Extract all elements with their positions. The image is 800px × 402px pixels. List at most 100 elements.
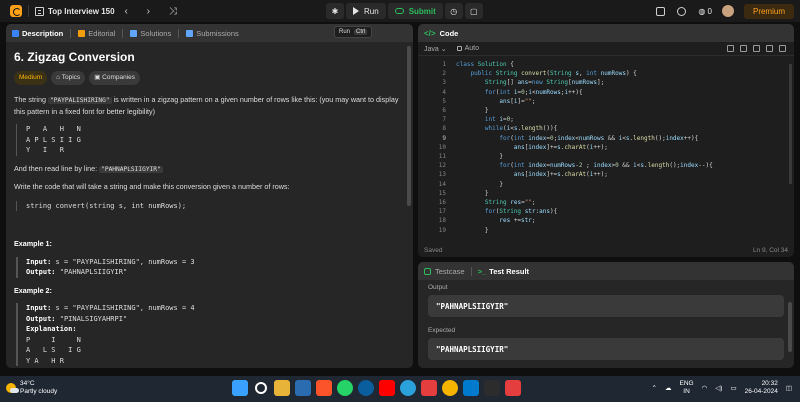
avatar[interactable] — [721, 5, 734, 17]
leetcode-logo[interactable] — [10, 5, 22, 17]
list-icon[interactable] — [35, 6, 44, 16]
bookmark-icon[interactable] — [727, 45, 734, 52]
expected-label: Expected — [428, 327, 456, 334]
vscode-icon[interactable] — [463, 380, 479, 396]
companies-chip[interactable]: ▣ Companies — [89, 70, 141, 85]
settings-gear-icon[interactable] — [677, 6, 687, 16]
youtube-icon[interactable] — [379, 380, 395, 396]
line-number: 5 — [442, 97, 446, 105]
nav-arrows[interactable]: ‹ › ⤨ — [125, 6, 185, 17]
line-number: 8 — [442, 125, 446, 133]
notification-icon[interactable]: ◫ — [786, 384, 792, 392]
line-number: 17 — [438, 208, 446, 216]
code-editor[interactable]: class Solution { public String convert(S… — [456, 60, 713, 235]
brave-icon[interactable] — [316, 380, 332, 396]
system-tray: ⌃ ☁ ENG IN ◠ ◁) ▭ 20:32 26-04-2024 ◫ — [652, 380, 792, 396]
tab-submissions[interactable]: Submissions — [186, 29, 239, 38]
description-panel: Description Editorial Solutions Submissi… — [6, 24, 413, 368]
line-number: 1 — [442, 61, 446, 68]
line-number: 15 — [438, 189, 446, 197]
inline-code: "PAHNAPLSIIGYIR" — [99, 165, 163, 173]
streak-counter[interactable]: ◍ 0 — [698, 7, 712, 16]
dell-icon[interactable] — [358, 380, 374, 396]
run-button[interactable]: Run — [346, 3, 386, 19]
telegram-icon[interactable] — [400, 380, 416, 396]
chevron-up-icon[interactable]: ⌃ — [652, 384, 657, 392]
app-icon[interactable] — [421, 380, 437, 396]
editor-scrollbar[interactable] — [789, 64, 792, 184]
editorial-icon — [78, 29, 86, 37]
line-number: 2 — [442, 70, 446, 78]
bug-icon[interactable]: ✱ — [326, 3, 344, 19]
example2-title: Example 2: — [14, 285, 52, 295]
weather-text: Partly cloudy — [20, 388, 58, 395]
whatsapp-icon[interactable] — [337, 380, 353, 396]
braces-icon[interactable] — [753, 45, 760, 52]
code-header: </> Code — [418, 24, 794, 42]
line-number: 16 — [438, 199, 446, 207]
example2-box: Input: s = "PAYPALISHIRING", numRows = 4… — [16, 303, 405, 366]
line-number: 10 — [438, 143, 446, 151]
language-indicator[interactable]: ENG IN — [680, 380, 694, 396]
flask-icon — [130, 29, 138, 37]
notes-icon[interactable] — [505, 380, 521, 396]
auto-mode[interactable]: Auto — [465, 45, 479, 52]
problem-chips: Medium ⌂ Topics ▣ Companies — [14, 70, 405, 85]
partly-cloudy-icon — [6, 383, 19, 393]
vpn-icon[interactable] — [484, 380, 500, 396]
problem-description: 6. Zigzag Conversion Medium ⌂ Topics ▣ C… — [6, 42, 413, 366]
clock[interactable]: 20:32 26-04-2024 — [745, 380, 778, 396]
volume-icon[interactable]: ◁) — [715, 384, 722, 392]
line-number: 12 — [438, 162, 446, 170]
line-number: 14 — [438, 180, 446, 188]
tab-editorial[interactable]: Editorial — [78, 29, 115, 38]
reset-icon[interactable] — [766, 45, 773, 52]
fullscreen-icon[interactable] — [779, 45, 786, 52]
cursor-position: Ln 9, Col 34 — [752, 246, 788, 254]
language-select[interactable]: Java ⌄ — [424, 45, 447, 53]
submit-button[interactable]: Submit — [387, 3, 443, 19]
line-number: 4 — [442, 88, 446, 96]
search-icon[interactable] — [255, 382, 267, 394]
cloud-icon[interactable]: ☁ — [665, 384, 672, 392]
example1-title: Example 1: — [14, 239, 52, 248]
run-submit-group: ✱ Run Submit ◷ ▢ — [326, 3, 483, 19]
format-icon[interactable] — [740, 45, 747, 52]
tab-test-result[interactable]: >_ Test Result — [478, 267, 529, 276]
note-icon[interactable]: ▢ — [464, 3, 483, 19]
line-number: 7 — [442, 116, 446, 124]
result-tabs: Testcase >_ Test Result — [418, 262, 794, 280]
top-bar: Top Interview 150 ‹ › ⤨ ✱ Run Submit ◷ ▢… — [0, 0, 800, 22]
file-explorer-icon[interactable] — [274, 380, 290, 396]
media-icon[interactable] — [295, 380, 311, 396]
editor-status: Saved Ln 9, Col 34 — [418, 243, 794, 257]
write-paragraph: Write the code that will take a string a… — [14, 182, 290, 191]
wifi-icon[interactable]: ◠ — [702, 384, 708, 392]
tab-testcase[interactable]: Testcase — [435, 267, 465, 276]
problem-list-title[interactable]: Top Interview 150 — [48, 7, 115, 16]
chrome-icon[interactable] — [442, 380, 458, 396]
topics-chip[interactable]: ⌂ Topics — [51, 70, 86, 85]
left-scrollbar[interactable] — [407, 46, 411, 206]
inline-code: "PAYPALISHIRING" — [47, 97, 112, 104]
weather-widget[interactable]: 34°C Partly cloudy — [6, 380, 57, 396]
start-icon[interactable] — [232, 380, 248, 396]
line-number: 13 — [438, 171, 446, 179]
code-panel: </> Code Java ⌄ Auto 1 2 3 4 5 6 7 8 9 10 11 12 13 14 1… — [418, 24, 794, 257]
tab-solutions[interactable]: Solutions — [130, 29, 171, 38]
run-shortcut-chip[interactable]: Run Ctrl — [334, 26, 373, 38]
zigzag-pattern: P A H N A P L S I I G Y I R — [16, 124, 405, 156]
terminal-icon: >_ — [477, 266, 487, 276]
result-scrollbar[interactable] — [788, 302, 792, 352]
line-number: 9 — [442, 134, 446, 142]
timer-icon[interactable]: ◷ — [444, 3, 463, 19]
output-value: "PAHNAPLSIIGYIR" — [428, 295, 784, 317]
battery-icon[interactable]: ▭ — [730, 384, 736, 392]
problem-title[interactable]: 6. Zigzag Conversion — [14, 51, 405, 62]
cloud-upload-icon — [394, 8, 404, 14]
premium-button[interactable]: Premium — [743, 3, 794, 19]
checkbox-icon — [424, 267, 431, 275]
layout-icon[interactable] — [656, 6, 666, 16]
description-icon — [12, 29, 19, 37]
tab-description[interactable]: Description — [12, 29, 63, 38]
